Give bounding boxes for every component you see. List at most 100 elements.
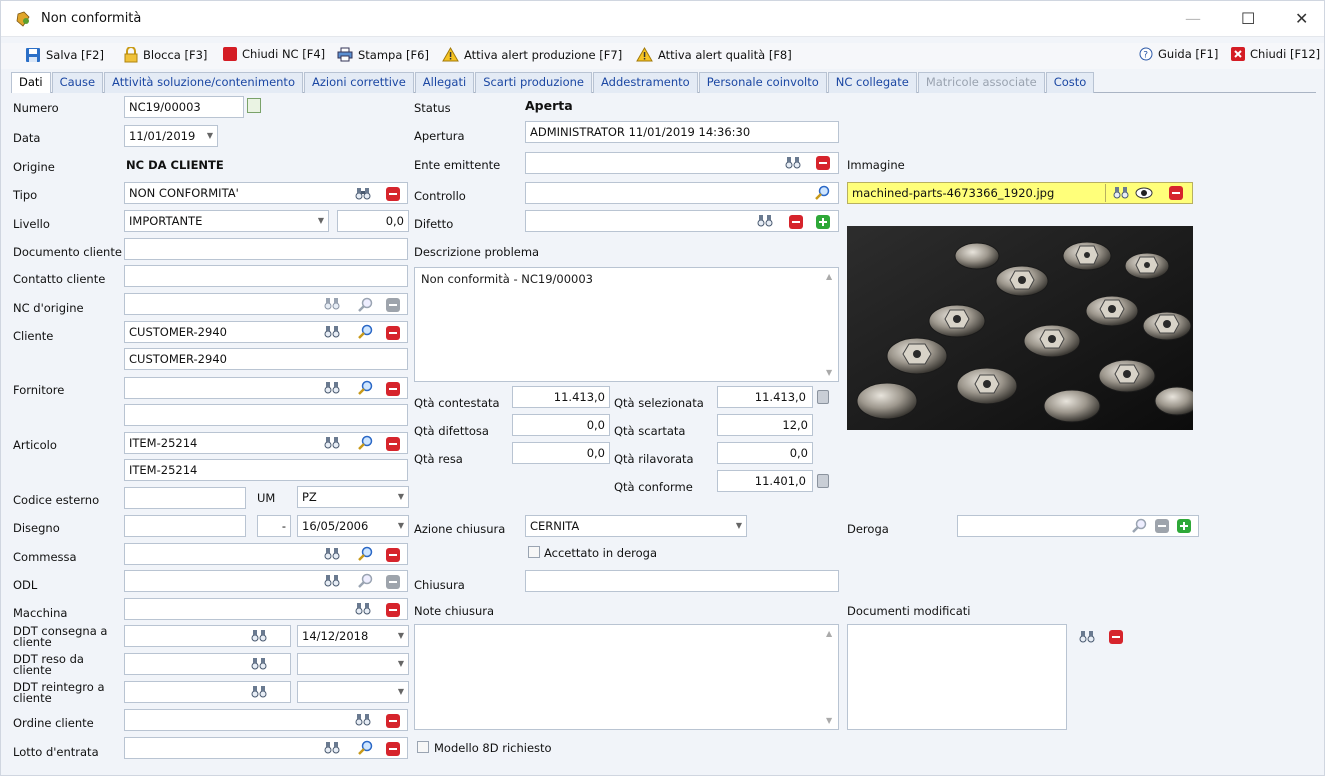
remove-difetto-button[interactable] <box>789 215 803 229</box>
add-deroga-button[interactable] <box>1177 519 1191 533</box>
articolo-name-field[interactable]: ITEM-25214 <box>124 459 408 481</box>
magnifier-icon[interactable] <box>357 380 373 396</box>
modello-8d-checkbox[interactable] <box>417 741 429 753</box>
remove-lotto-button[interactable] <box>386 742 400 756</box>
add-difetto-button[interactable] <box>816 215 830 229</box>
documenti-modificati-list[interactable] <box>847 624 1067 730</box>
accettato-deroga-checkbox[interactable] <box>528 546 540 558</box>
numero-field[interactable]: NC19/00003 <box>124 96 244 118</box>
remove-ente-button[interactable] <box>816 156 830 170</box>
qta-rilavorata-field[interactable]: 0,0 <box>717 442 813 464</box>
scroll-down-icon[interactable]: ▼ <box>826 716 832 725</box>
scroll-up-icon[interactable]: ▲ <box>826 272 832 281</box>
binoculars-icon[interactable] <box>355 187 371 200</box>
calendar-icon[interactable] <box>247 98 261 113</box>
tab-azioni-correttive[interactable]: Azioni correttive <box>303 72 414 93</box>
qta-difettosa-field[interactable]: 0,0 <box>512 414 610 436</box>
magnifier-icon[interactable] <box>357 297 373 313</box>
remove-nc-origine-button[interactable] <box>386 298 400 312</box>
contatto-cliente-field[interactable] <box>124 265 408 287</box>
binoculars-icon[interactable] <box>1079 630 1095 643</box>
fornitore-name-field[interactable] <box>124 404 408 426</box>
magnifier-icon[interactable] <box>357 324 373 340</box>
magnifier-icon[interactable] <box>357 740 373 756</box>
qta-resa-field[interactable]: 0,0 <box>512 442 610 464</box>
calculator-icon[interactable] <box>817 474 829 488</box>
remove-articolo-button[interactable] <box>386 437 400 451</box>
minimize-button[interactable]: — <box>1185 9 1201 28</box>
binoculars-icon[interactable] <box>355 602 371 615</box>
eye-icon[interactable] <box>1135 187 1153 199</box>
magnifier-icon[interactable] <box>814 185 830 201</box>
tab-cause[interactable]: Cause <box>51 72 104 93</box>
binoculars-icon[interactable] <box>1113 186 1129 199</box>
binoculars-icon[interactable] <box>324 547 340 560</box>
ddt-reso-date[interactable]: ▼ <box>297 653 409 675</box>
disegno-field[interactable] <box>124 515 246 537</box>
close-nc-button[interactable]: Chiudi NC [F4] <box>223 47 325 61</box>
scrollbar[interactable]: ▲ ▼ <box>822 625 838 729</box>
um-select[interactable]: PZ ▼ <box>297 486 409 508</box>
binoculars-icon[interactable] <box>324 381 340 394</box>
remove-fornitore-button[interactable] <box>386 382 400 396</box>
magnifier-icon[interactable] <box>1131 518 1147 534</box>
note-chiusura-textarea[interactable]: ▲ ▼ <box>414 624 839 730</box>
azione-chiusura-select[interactable]: CERNITA ▼ <box>525 515 747 537</box>
magnifier-icon[interactable] <box>357 546 373 562</box>
qta-scartata-field[interactable]: 12,0 <box>717 414 813 436</box>
binoculars-icon[interactable] <box>355 713 371 726</box>
remove-documento-button[interactable] <box>1109 630 1123 644</box>
controllo-field[interactable] <box>525 182 839 204</box>
binoculars-icon[interactable] <box>251 629 267 642</box>
tab-costo[interactable]: Costo <box>1045 72 1095 93</box>
tab-dati[interactable]: Dati <box>11 72 51 93</box>
livello-number-field[interactable]: 0,0 <box>337 210 409 232</box>
remove-commessa-button[interactable] <box>386 548 400 562</box>
codice-esterno-field[interactable] <box>124 487 246 509</box>
qta-contestata-field[interactable]: 11.413,0 <box>512 386 610 408</box>
apertura-field[interactable]: ADMINISTRATOR 11/01/2019 14:36:30 <box>525 121 839 143</box>
livello-select[interactable]: IMPORTANTE ▼ <box>124 210 329 232</box>
remove-immagine-button[interactable] <box>1169 186 1183 200</box>
disegno-rev-field[interactable]: - <box>257 515 291 537</box>
remove-macchina-button[interactable] <box>386 603 400 617</box>
binoculars-icon[interactable] <box>785 156 801 169</box>
binoculars-icon[interactable] <box>324 741 340 754</box>
tab-nc-collegate[interactable]: NC collegate <box>827 72 917 93</box>
remove-odl-button[interactable] <box>386 575 400 589</box>
descrizione-problema-textarea[interactable]: Non conformità - NC19/00003 ▲ ▼ <box>414 267 839 382</box>
binoculars-icon[interactable] <box>251 685 267 698</box>
alert-quality-button[interactable]: Attiva alert qualità [F8] <box>636 47 792 62</box>
tab-attivita-soluzione[interactable]: Attività soluzione/contenimento <box>104 72 303 93</box>
scrollbar[interactable]: ▲ ▼ <box>822 268 838 381</box>
remove-deroga-button[interactable] <box>1155 519 1169 533</box>
tab-addestramento[interactable]: Addestramento <box>592 72 698 93</box>
remove-ordine-cliente-button[interactable] <box>386 714 400 728</box>
lock-button[interactable]: Blocca [F3] <box>124 47 207 63</box>
binoculars-icon[interactable] <box>324 436 340 449</box>
magnifier-icon[interactable] <box>357 435 373 451</box>
binoculars-icon[interactable] <box>324 297 340 310</box>
binoculars-icon[interactable] <box>324 325 340 338</box>
documento-cliente-field[interactable] <box>124 238 408 260</box>
ddt-consegna-date[interactable]: 14/12/2018 ▼ <box>297 625 409 647</box>
close-window-button[interactable]: ✕ <box>1295 9 1308 28</box>
ddt-reintegro-date[interactable]: ▼ <box>297 681 409 703</box>
cliente-name-field[interactable]: CUSTOMER-2940 <box>124 348 408 370</box>
chiusura-field[interactable] <box>525 570 839 592</box>
close-button[interactable]: Chiudi [F12] <box>1231 47 1320 61</box>
calculator-icon[interactable] <box>817 390 829 404</box>
scroll-down-icon[interactable]: ▼ <box>826 368 832 377</box>
qta-selezionata-field[interactable]: 11.413,0 <box>717 386 813 408</box>
disegno-date-field[interactable]: 16/05/2006 ▼ <box>297 515 409 537</box>
alert-production-button[interactable]: Attiva alert produzione [F7] <box>442 47 622 62</box>
tab-scarti-produzione[interactable]: Scarti produzione <box>475 72 592 93</box>
scroll-up-icon[interactable]: ▲ <box>826 629 832 638</box>
data-field[interactable]: 11/01/2019 ▼ <box>124 125 218 147</box>
save-button[interactable]: Salva [F2] <box>25 47 104 63</box>
magnifier-icon[interactable] <box>357 573 373 589</box>
remove-tipo-button[interactable] <box>386 187 400 201</box>
print-button[interactable]: Stampa [F6] <box>337 47 429 62</box>
remove-cliente-button[interactable] <box>386 326 400 340</box>
help-button[interactable]: ? Guida [F1] <box>1139 47 1218 61</box>
